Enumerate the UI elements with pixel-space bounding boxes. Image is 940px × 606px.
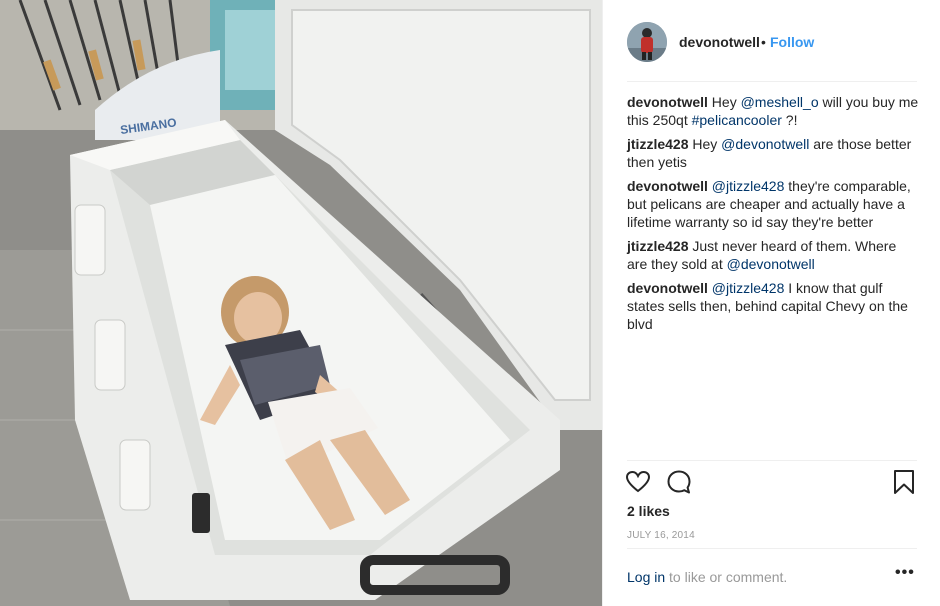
comment-username[interactable]: devonotwell <box>627 178 708 194</box>
comment-username[interactable]: devonotwell <box>627 280 708 296</box>
login-prompt: Log in to like or comment. <box>627 569 787 585</box>
comment-text: Hey <box>692 136 722 152</box>
comment-link[interactable]: @meshell_o <box>741 94 819 110</box>
comment-link[interactable]: @jtizzle428 <box>712 280 785 296</box>
comments-list: devonotwell Hey @meshell_o will you buy … <box>627 93 919 339</box>
login-prompt-text: to like or comment. <box>665 569 788 585</box>
actions-divider <box>627 460 917 461</box>
comment-text: Hey <box>711 94 741 110</box>
more-options-icon[interactable]: ••• <box>895 564 915 582</box>
comment-item: jtizzle428 Just never heard of them. Whe… <box>627 237 919 273</box>
comment-link[interactable]: @devonotwell <box>727 256 815 272</box>
likes-count[interactable]: 2 likes <box>627 503 670 519</box>
post-username[interactable]: devonotwell <box>679 34 760 50</box>
comment-username[interactable]: jtizzle428 <box>627 238 688 254</box>
cooler-photo-illustration: SHIMANO <box>0 0 602 606</box>
comment-username[interactable]: devonotwell <box>627 94 708 110</box>
comment-link[interactable]: @jtizzle428 <box>712 178 785 194</box>
header-divider <box>627 81 917 82</box>
heart-icon[interactable] <box>625 469 651 500</box>
comment-item: devonotwell @jtizzle428 I know that gulf… <box>627 279 919 333</box>
comment-username[interactable]: jtizzle428 <box>627 136 688 152</box>
comment-text: ?! <box>781 112 798 128</box>
bookmark-icon[interactable] <box>893 469 915 500</box>
comment-link[interactable]: #pelicancooler <box>692 112 782 128</box>
speech-bubble-icon[interactable] <box>666 469 692 500</box>
post-header: devonotwell • Follow <box>603 0 940 82</box>
footer-divider <box>627 548 917 549</box>
login-link[interactable]: Log in <box>627 569 665 585</box>
post-date: JULY 16, 2014 <box>627 530 695 541</box>
post-photo[interactable]: SHIMANO <box>0 0 602 606</box>
avatar-image <box>627 22 667 62</box>
follow-button[interactable]: Follow <box>770 34 814 50</box>
separator-dot: • <box>761 34 766 50</box>
avatar[interactable] <box>627 22 667 62</box>
comment-link[interactable]: @devonotwell <box>721 136 809 152</box>
comment-item: devonotwell Hey @meshell_o will you buy … <box>627 93 919 129</box>
comment-item: jtizzle428 Hey @devonotwell are those be… <box>627 135 919 171</box>
comment-item: devonotwell @jtizzle428 they're comparab… <box>627 177 919 231</box>
post-detail-panel: devonotwell • Follow devonotwell Hey @me… <box>602 0 940 606</box>
